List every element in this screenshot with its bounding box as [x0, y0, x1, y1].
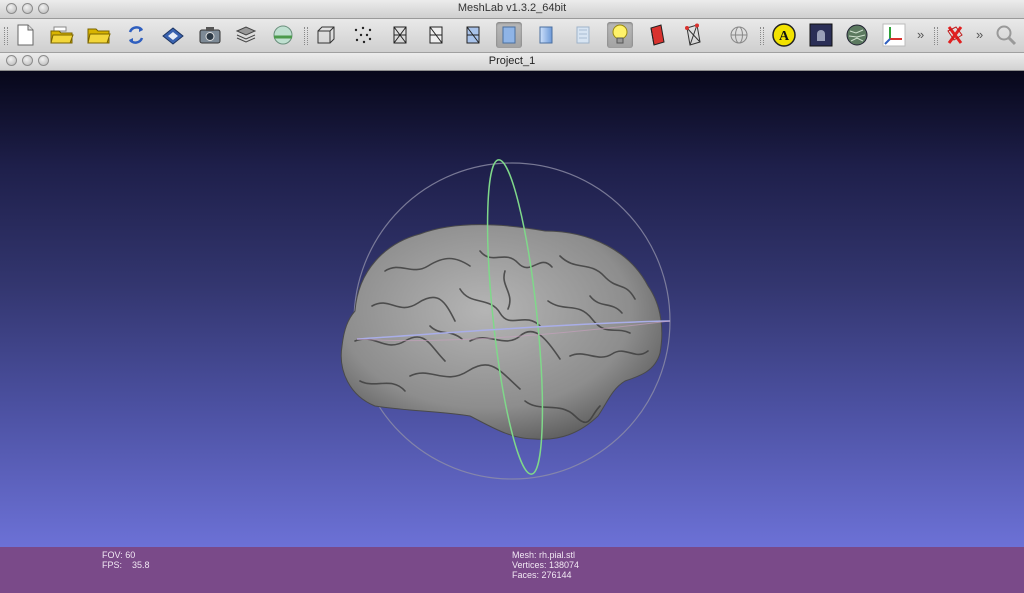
scene-render-icon — [809, 23, 833, 47]
fps-readout: FPS: 35.8 — [102, 560, 150, 571]
render-scene-button[interactable] — [808, 22, 834, 48]
3d-viewport[interactable] — [0, 71, 1024, 547]
toolbar-grip[interactable] — [934, 27, 938, 45]
shader-button[interactable] — [844, 22, 870, 48]
info-bar: FOV: 60 FPS: 35.8 Mesh: rh.pial.stl Vert… — [0, 547, 1024, 593]
toolbar-grip[interactable] — [760, 27, 764, 45]
document-title: Project_1 — [488, 55, 536, 67]
trackball-toggle-button[interactable] — [726, 22, 752, 48]
light-bulb-icon — [612, 24, 628, 44]
delete-selection-button[interactable] — [942, 22, 968, 48]
hidden-lines-icon — [429, 26, 443, 44]
faces-readout: Faces: 276144 — [512, 570, 572, 581]
backface-cull-icon — [650, 24, 665, 46]
vertices-value: 138074 — [549, 560, 580, 570]
selected-faces-button[interactable] — [680, 22, 706, 48]
annotate-letter: A — [779, 29, 790, 44]
search-button[interactable] — [993, 22, 1019, 48]
fov-label: FOV: — [102, 550, 123, 560]
camera-icon — [199, 27, 221, 44]
reload-icon — [128, 26, 144, 44]
fov-value: 60 — [125, 550, 136, 560]
window-title: MeshLab v1.3.2_64bit — [457, 2, 567, 14]
layers-button[interactable] — [233, 22, 259, 48]
fps-label: FPS: — [102, 560, 123, 570]
globe-landscape-icon — [273, 25, 293, 45]
new-project-button[interactable] — [12, 22, 38, 48]
bounding-box-icon — [317, 26, 335, 44]
toolbar-overflow-1[interactable]: » — [917, 27, 924, 42]
meshlab-window: MeshLab v1.3.2_64bit A » » Project_1 FOV… — [0, 0, 1024, 593]
mesh-label: Mesh: — [512, 550, 537, 560]
toolbar-grip[interactable] — [304, 27, 308, 45]
import-mesh-button[interactable] — [86, 22, 112, 48]
flat-lines-icon — [466, 26, 480, 44]
flat-shading-icon — [502, 26, 516, 44]
shader-sphere-icon — [846, 24, 868, 46]
window-titlebar: MeshLab v1.3.2_64bit — [0, 0, 1024, 19]
axis-toggle-button[interactable] — [881, 22, 907, 48]
lighting-toggle-button[interactable] — [607, 22, 633, 48]
document-titlebar: Project_1 — [0, 53, 1024, 71]
texture-render-button[interactable] — [570, 22, 596, 48]
save-disk-icon — [162, 27, 184, 45]
raster-layers-button[interactable] — [270, 22, 296, 48]
point-cloud-icon — [354, 26, 372, 44]
selected-faces-icon — [685, 23, 701, 46]
trackball-icon — [730, 26, 748, 44]
flat-lines-render-button[interactable] — [460, 22, 486, 48]
delete-selection-icon — [947, 26, 963, 44]
export-mesh-button[interactable] — [160, 22, 186, 48]
smooth-shading-icon — [539, 26, 553, 44]
toolbar-grip[interactable] — [4, 27, 8, 45]
flat-render-button[interactable] — [496, 22, 522, 48]
toolbar-overflow-2[interactable]: » — [976, 27, 983, 42]
open-project-button[interactable] — [49, 22, 75, 48]
axis-icon — [882, 23, 906, 47]
mesh-value: rh.pial.stl — [539, 550, 576, 560]
fps-value: 35.8 — [132, 560, 150, 570]
faces-value: 276144 — [541, 570, 572, 580]
annotate-button[interactable]: A — [771, 22, 797, 48]
points-render-button[interactable] — [350, 22, 376, 48]
smooth-render-button[interactable] — [533, 22, 559, 48]
reload-button[interactable] — [123, 22, 149, 48]
brain-mesh — [340, 224, 663, 440]
faces-label: Faces: — [512, 570, 540, 580]
open-folder-stack-icon — [50, 26, 74, 44]
snapshot-button[interactable] — [197, 22, 223, 48]
backface-culling-button[interactable] — [644, 22, 670, 48]
wireframe-render-button[interactable] — [387, 22, 413, 48]
viewport-scene — [340, 159, 671, 480]
hidden-lines-render-button[interactable] — [423, 22, 449, 48]
wireframe-icon — [393, 26, 407, 44]
open-folder-icon — [87, 28, 111, 44]
new-document-icon — [17, 24, 34, 46]
annotation-a-icon: A — [772, 23, 796, 47]
vertices-label: Vertices: — [512, 560, 547, 570]
search-icon — [996, 25, 1017, 46]
texture-icon — [576, 26, 590, 44]
main-toolbar: A » » — [0, 19, 1024, 53]
layers-icon — [235, 26, 257, 43]
bounding-box-button[interactable] — [313, 22, 339, 48]
